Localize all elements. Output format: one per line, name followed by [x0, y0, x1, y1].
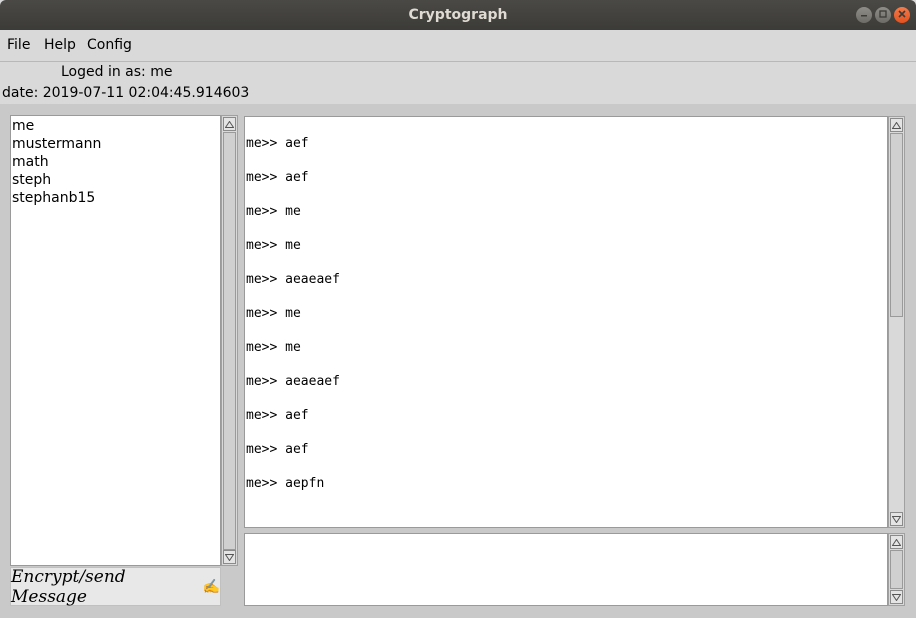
date-status: date: 2019-07-11 02:04:45.914603: [2, 85, 250, 101]
chat-message: me>> me: [246, 306, 301, 321]
arrow-down-icon: [225, 553, 234, 561]
login-status: Loged in as: me: [61, 64, 173, 80]
chat-message: me>> me: [246, 204, 301, 219]
scroll-down-button[interactable]: [890, 590, 903, 604]
chat-message: me>> aef: [246, 408, 309, 423]
minimize-icon: [860, 10, 868, 21]
encrypt-send-button[interactable]: Encrypt/send Message ✍: [10, 566, 221, 607]
user-list-scrollbar[interactable]: [221, 115, 238, 566]
title-bar: Cryptograph: [0, 0, 916, 30]
arrow-down-icon: [892, 515, 901, 523]
input-scrollbar[interactable]: [888, 533, 905, 606]
chat-scrollbar[interactable]: [888, 116, 905, 528]
chat-message: me>> me: [246, 238, 301, 253]
user-list-item[interactable]: me: [12, 117, 220, 135]
scroll-up-button[interactable]: [223, 117, 236, 131]
arrow-up-icon: [225, 120, 234, 128]
window-title: Cryptograph: [408, 7, 508, 23]
scrollbar-thumb[interactable]: [890, 133, 903, 317]
user-list[interactable]: me mustermann math steph stephanb15: [10, 115, 221, 566]
arrow-up-icon: [892, 538, 901, 546]
chat-message: me>> aepfn: [246, 476, 325, 491]
menu-bar: File Help Config: [0, 30, 916, 62]
chat-message: me>> aeaeaef: [246, 272, 340, 287]
pen-icon: ✍: [202, 578, 220, 595]
user-list-item[interactable]: stephanb15: [12, 189, 220, 207]
chat-message: me>> me: [246, 340, 301, 355]
chat-message: me>> aef: [246, 136, 309, 151]
maximize-icon: [879, 9, 887, 21]
menu-help[interactable]: Help: [44, 30, 76, 60]
menu-config[interactable]: Config: [87, 30, 132, 60]
scrollbar-thumb[interactable]: [890, 550, 903, 589]
scroll-down-button[interactable]: [890, 512, 903, 526]
chat-message: me>> aeaeaef: [246, 374, 340, 389]
menu-file[interactable]: File: [7, 30, 30, 60]
user-list-item[interactable]: math: [12, 153, 220, 171]
arrow-up-icon: [892, 121, 901, 129]
scroll-up-button[interactable]: [890, 535, 903, 549]
close-icon: [898, 9, 906, 21]
user-list-item[interactable]: mustermann: [12, 135, 220, 153]
minimize-button[interactable]: [856, 7, 872, 23]
scroll-down-button[interactable]: [223, 550, 236, 564]
maximize-button[interactable]: [875, 7, 891, 23]
chat-history[interactable]: me>> aef me>> aef me>> me me>> me me>> a…: [244, 116, 888, 528]
scroll-up-button[interactable]: [890, 118, 903, 132]
chat-message: me>> aef: [246, 442, 309, 457]
scrollbar-thumb[interactable]: [223, 132, 236, 550]
encrypt-send-label: Encrypt/send Message: [11, 566, 126, 607]
close-button[interactable]: [894, 7, 910, 23]
chat-message: me>> aef: [246, 170, 309, 185]
arrow-down-icon: [892, 593, 901, 601]
message-input[interactable]: [244, 533, 888, 606]
user-list-item[interactable]: steph: [12, 171, 220, 189]
